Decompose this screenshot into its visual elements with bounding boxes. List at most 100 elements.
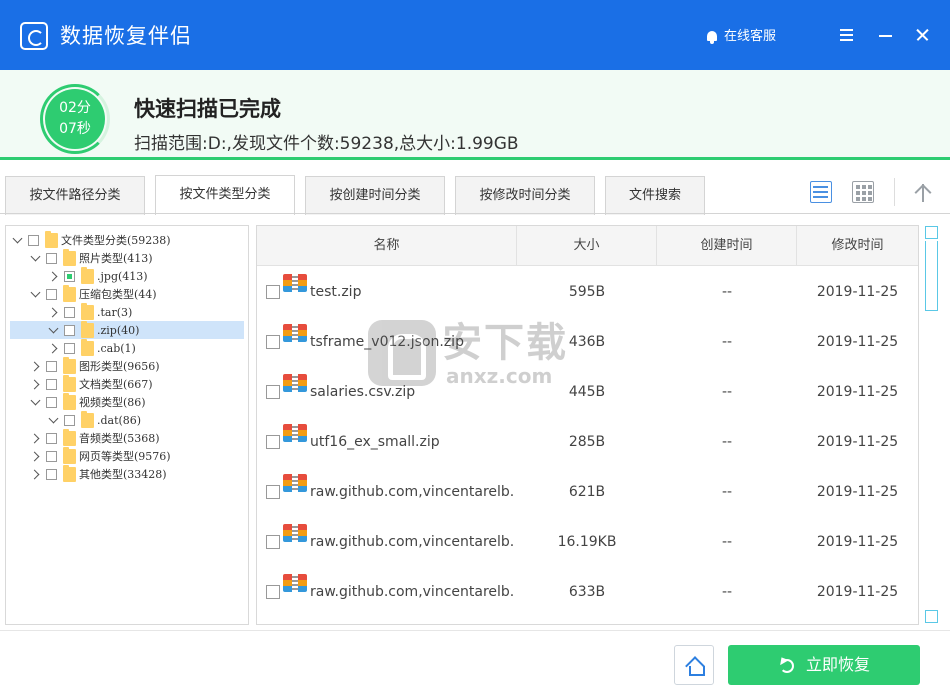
chevron-right-icon[interactable] [48, 270, 60, 282]
scrollbar-down-button[interactable] [925, 610, 938, 623]
tree-checkbox[interactable] [46, 396, 57, 408]
file-name: raw.github.com,vincentarelb... [310, 484, 515, 500]
file-created: -- [721, 284, 733, 300]
file-size: 285B [568, 434, 606, 450]
file-size: 445B [568, 384, 606, 400]
table-row[interactable]: test.zip 595B -- 2019-11-25 [257, 267, 918, 317]
chevron-right-icon[interactable] [48, 342, 60, 354]
up-arrow-icon[interactable] [912, 180, 934, 204]
tree-node-jpg[interactable]: .jpg(413) [48, 266, 148, 285]
chevron-right-icon[interactable] [30, 450, 42, 462]
tab-file-search[interactable]: 文件搜索 [605, 176, 705, 215]
toolbar-divider [894, 178, 895, 206]
tree-checkbox[interactable] [64, 324, 75, 336]
tab-by-path[interactable]: 按文件路径分类 [5, 176, 145, 215]
chevron-right-icon[interactable] [30, 378, 42, 390]
tree-checkbox[interactable] [46, 252, 57, 264]
file-created: -- [721, 384, 733, 400]
tree-node-archive[interactable]: 压缩包类型(44) [30, 284, 157, 303]
tree-checkbox[interactable] [46, 450, 57, 462]
table-row[interactable]: salaries.csv.zip 445B -- 2019-11-25 [257, 367, 918, 417]
column-header-size[interactable]: 大小 [517, 226, 657, 266]
tree-node-all-types[interactable]: 文件类型分类(59238) [12, 230, 171, 249]
online-service-link[interactable]: 在线客服 [706, 28, 776, 46]
chevron-down-icon[interactable] [48, 324, 60, 336]
tree-node-dat[interactable]: .dat(86) [48, 410, 141, 429]
tree-node-label: .zip(40) [97, 323, 140, 337]
column-header-created[interactable]: 创建时间 [657, 226, 797, 266]
recover-now-button[interactable]: 立即恢复 [728, 645, 920, 685]
tree-checkbox[interactable] [64, 342, 75, 354]
file-size: 633B [568, 584, 606, 600]
tree-node-video[interactable]: 视频类型(86) [30, 392, 146, 411]
list-view-icon[interactable] [810, 181, 832, 203]
file-name: tsframe_v012.json.zip [310, 334, 464, 350]
table-row[interactable]: raw.github.com,vincentarelb... 633B -- 2… [257, 567, 918, 617]
folder-icon [81, 410, 94, 428]
file-created: -- [721, 584, 733, 600]
tree-node-zip[interactable]: .zip(40) [10, 320, 244, 339]
menu-icon[interactable] [836, 24, 858, 46]
tree-checkbox[interactable] [46, 360, 57, 372]
tree-node-documents[interactable]: 文档类型(667) [30, 374, 153, 393]
tree-node-web[interactable]: 网页等类型(9576) [30, 446, 171, 465]
tree-node-photo[interactable]: 照片类型(413) [30, 248, 153, 267]
table-row[interactable]: raw.github.com,vincentarelb... 16.19KB -… [257, 517, 918, 567]
chevron-right-icon[interactable] [48, 306, 60, 318]
table-row[interactable]: utf16_ex_small.zip 285B -- 2019-11-25 [257, 417, 918, 467]
row-checkbox[interactable] [266, 335, 280, 349]
chevron-down-icon[interactable] [12, 234, 24, 246]
file-name: raw.github.com,vincentarelb... [310, 584, 515, 600]
table-row[interactable]: raw.github.com,vincentarelb... 621B -- 2… [257, 467, 918, 517]
tree-checkbox[interactable] [46, 288, 57, 300]
tree-node-label: 其他类型(33428) [79, 468, 167, 481]
grid-view-icon[interactable] [852, 181, 874, 203]
tree-checkbox[interactable] [28, 234, 39, 246]
tree-checkbox[interactable] [46, 378, 57, 390]
folder-icon [81, 320, 94, 338]
close-icon[interactable] [912, 24, 934, 46]
chevron-right-icon[interactable] [30, 360, 42, 372]
row-checkbox[interactable] [266, 285, 280, 299]
tab-by-type[interactable]: 按文件类型分类 [155, 175, 295, 215]
row-checkbox[interactable] [266, 585, 280, 599]
file-modified: 2019-11-25 [816, 334, 899, 350]
folder-icon [63, 284, 76, 302]
tree-checkbox[interactable] [64, 306, 75, 318]
tree-node-graphics[interactable]: 图形类型(9656) [30, 356, 160, 375]
tab-by-modify-time[interactable]: 按修改时间分类 [455, 176, 595, 215]
chevron-down-icon[interactable] [48, 414, 60, 426]
chevron-right-icon[interactable] [30, 468, 42, 480]
tree-node-label: 照片类型(413) [79, 252, 153, 265]
row-checkbox[interactable] [266, 485, 280, 499]
scan-status-title: 快速扫描已完成 [134, 97, 281, 121]
table-row[interactable]: tsframe_v012.json.zip 436B -- 2019-11-25 [257, 317, 918, 367]
chevron-down-icon[interactable] [30, 396, 42, 408]
minimize-icon[interactable] [875, 24, 897, 46]
tab-by-create-time[interactable]: 按创建时间分类 [305, 176, 445, 215]
tree-node-other[interactable]: 其他类型(33428) [30, 464, 167, 483]
zip-file-icon [283, 274, 307, 292]
tree-node-label: 网页等类型(9576) [79, 450, 171, 463]
chevron-down-icon[interactable] [30, 252, 42, 264]
tree-checkbox[interactable] [46, 432, 57, 444]
tree-node-tar[interactable]: .tar(3) [48, 302, 132, 321]
row-checkbox[interactable] [266, 385, 280, 399]
chevron-down-icon[interactable] [30, 288, 42, 300]
tree-checkbox[interactable] [64, 414, 75, 426]
tree-checkbox[interactable] [46, 468, 57, 480]
folder-icon [81, 302, 94, 320]
home-button[interactable] [674, 645, 714, 685]
scrollbar-thumb[interactable] [925, 241, 938, 311]
column-header-name[interactable]: 名称 [257, 226, 517, 266]
row-checkbox[interactable] [266, 535, 280, 549]
column-header-modified[interactable]: 修改时间 [797, 226, 918, 266]
tree-checkbox[interactable] [64, 270, 75, 282]
file-created: -- [721, 434, 733, 450]
row-checkbox[interactable] [266, 435, 280, 449]
scrollbar-up-button[interactable] [925, 226, 938, 239]
tree-node-cab[interactable]: .cab(1) [48, 338, 136, 357]
tree-node-audio[interactable]: 音频类型(5368) [30, 428, 160, 447]
chevron-right-icon[interactable] [30, 432, 42, 444]
file-table: 名称 大小 创建时间 修改时间 test.zip 595B -- 2019-11… [256, 225, 919, 625]
